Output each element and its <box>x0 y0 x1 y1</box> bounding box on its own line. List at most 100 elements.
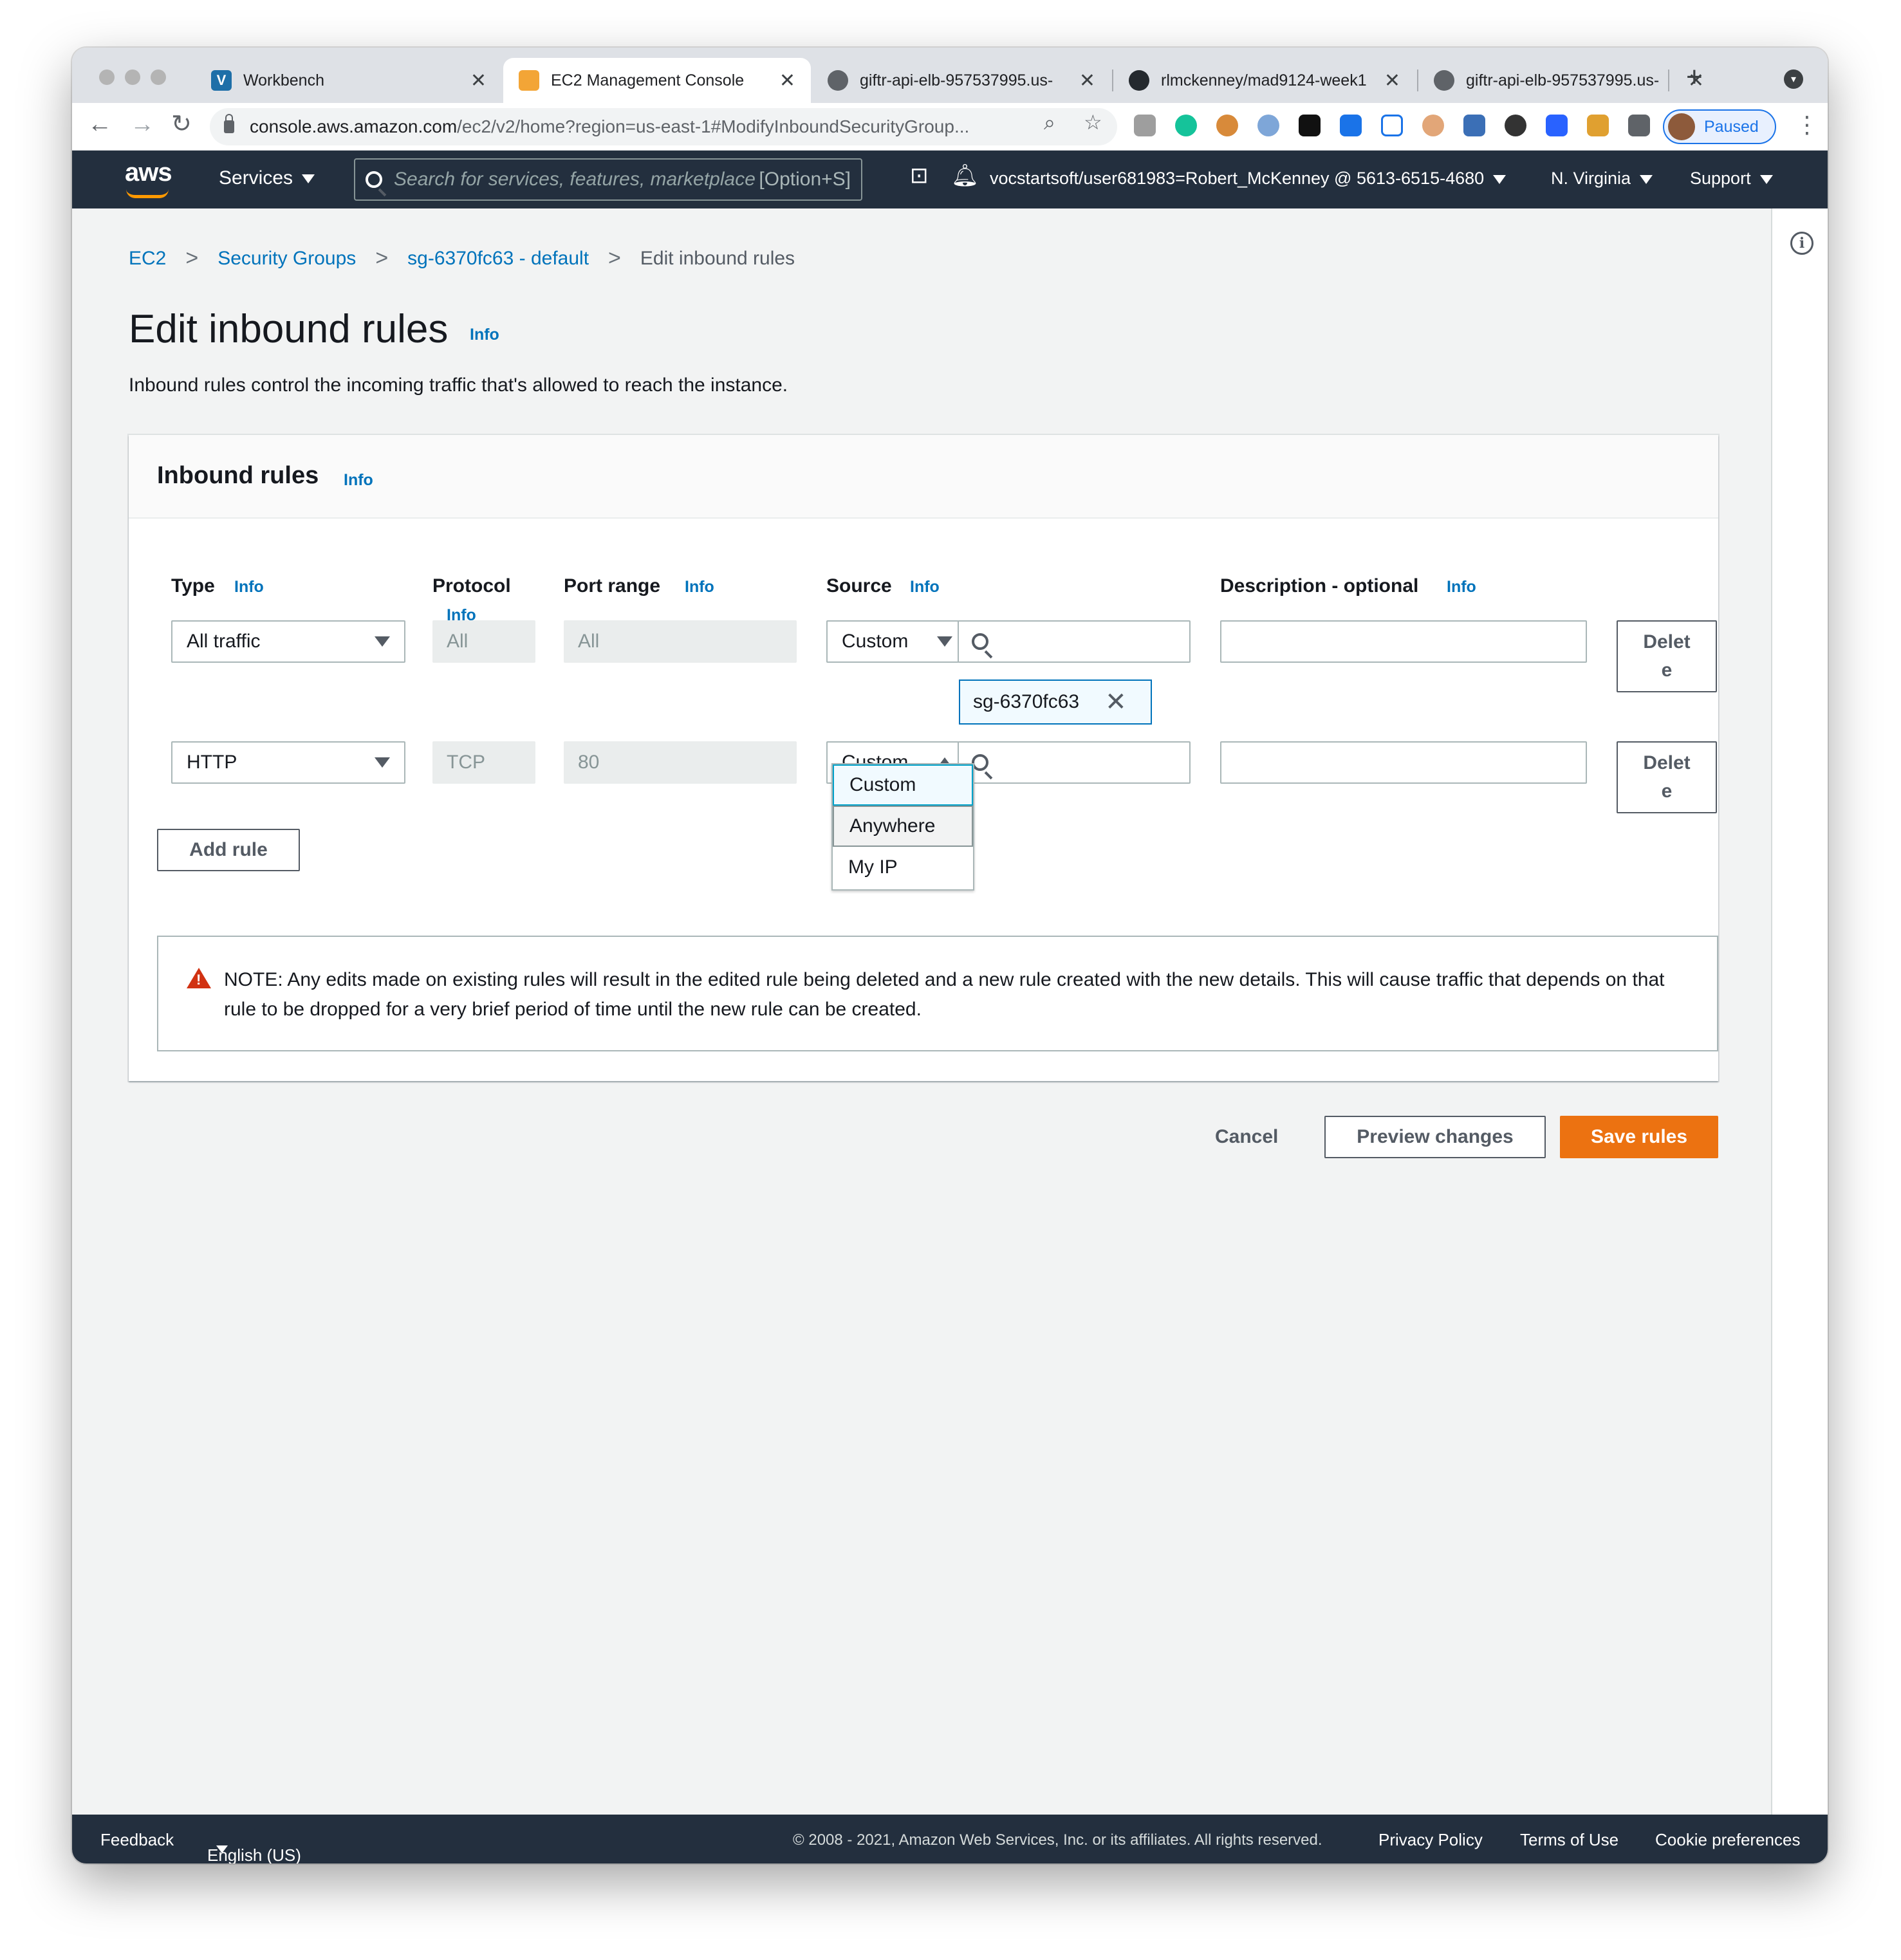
rule-1-description-input[interactable] <box>1220 620 1587 663</box>
rule-2-type-select[interactable]: HTTP <box>171 741 405 784</box>
extension-icon[interactable] <box>1134 115 1156 136</box>
port-range-info-link[interactable]: Info <box>685 578 714 596</box>
caret-down-icon <box>1759 174 1773 184</box>
close-window-icon[interactable] <box>99 69 115 85</box>
rule-2-port-range-field: 80 <box>564 741 797 784</box>
close-tab-icon[interactable]: ✕ <box>470 69 487 92</box>
add-rule-button[interactable]: Add rule <box>157 829 300 871</box>
eyedropper-extension-icon[interactable] <box>1463 115 1485 136</box>
tab-strip: V Workbench ✕ EC2 Management Console ✕ g… <box>72 48 1828 103</box>
dropdown-option-custom[interactable]: Custom <box>833 764 973 806</box>
caret-down-icon <box>302 174 315 184</box>
source-info-link[interactable]: Info <box>910 578 940 596</box>
breadcrumb-security-groups[interactable]: Security Groups <box>218 248 356 270</box>
remove-token-icon[interactable]: ✕ <box>1105 689 1127 715</box>
preview-changes-button[interactable]: Preview changes <box>1324 1116 1546 1158</box>
column-header-source: Source <box>826 575 892 596</box>
aws-logo[interactable]: aws <box>125 158 172 187</box>
colorzilla-extension-icon[interactable] <box>1299 115 1321 136</box>
profile-status: Paused <box>1704 117 1759 136</box>
panel-title: Inbound rules <box>157 462 319 489</box>
rule-2-source-search-input[interactable] <box>958 741 1191 784</box>
new-tab-plus-icon[interactable]: + <box>1686 63 1703 91</box>
account-menu[interactable]: vocstartsoft/user681983=Robert_McKenney … <box>990 169 1507 189</box>
tab-giftr-elb-2[interactable]: giftr-api-elb-957537995.us- ✕ <box>1418 58 1720 103</box>
close-tab-icon[interactable]: ✕ <box>779 69 795 92</box>
column-header-port-range: Port range <box>564 575 661 596</box>
terms-of-use-link[interactable]: Terms of Use <box>1520 1830 1618 1850</box>
region-label: N. Virginia <box>1551 169 1631 188</box>
source-type-dropdown: Custom Anywhere My IP <box>831 763 974 891</box>
close-tab-icon[interactable]: ✕ <box>1079 69 1095 92</box>
rule-1-delete-button[interactable]: Delete <box>1617 620 1717 692</box>
tab-title: giftr-api-elb-957537995.us- <box>1466 71 1660 89</box>
close-tab-icon[interactable]: ✕ <box>1384 69 1400 92</box>
cancel-button[interactable]: Cancel <box>1215 1116 1278 1158</box>
back-arrow-icon[interactable]: ← <box>88 112 112 136</box>
services-label: Services <box>219 167 293 189</box>
description-info-link[interactable]: Info <box>1447 578 1476 596</box>
rule-2-description-input[interactable] <box>1220 741 1587 784</box>
breadcrumb-security-group[interactable]: sg-6370fc63 - default <box>407 248 589 270</box>
feedback-link[interactable]: Feedback <box>100 1830 174 1850</box>
tab-title: EC2 Management Console <box>551 71 745 89</box>
edit-warning-alert: NOTE: Any edits made on existing rules w… <box>157 936 1718 1051</box>
tab-github-repo[interactable]: rlmckenney/mad9124-week1 ✕ <box>1113 58 1416 103</box>
extension-icon[interactable] <box>1381 115 1403 136</box>
panel-info-link[interactable]: Info <box>344 471 373 490</box>
tab-ec2-console[interactable]: EC2 Management Console ✕ <box>503 58 811 103</box>
browser-menu-icon[interactable]: ⋮ <box>1795 113 1819 136</box>
page-info-link[interactable]: Info <box>470 326 499 344</box>
save-rules-button[interactable]: Save rules <box>1560 1116 1718 1158</box>
puzzle-extensions-icon[interactable] <box>1628 115 1650 136</box>
reload-icon[interactable]: ↻ <box>171 112 192 136</box>
support-menu[interactable]: Support <box>1690 169 1773 189</box>
rule-1-source-search-input[interactable] <box>958 620 1191 663</box>
region-menu[interactable]: N. Virginia <box>1551 169 1653 189</box>
tab-search-chevron-icon[interactable]: ▾ <box>1784 69 1803 89</box>
cookie-preferences-link[interactable]: Cookie preferences <box>1655 1830 1800 1850</box>
workbench-favicon-icon: V <box>211 70 232 91</box>
minimize-window-icon[interactable] <box>125 69 140 85</box>
extension-icon[interactable] <box>1422 115 1444 136</box>
bookmark-star-icon[interactable]: ☆ <box>1084 112 1102 133</box>
caret-down-icon <box>937 636 952 647</box>
tab-separator <box>1668 69 1669 91</box>
rule-2-delete-button[interactable]: Delete <box>1617 741 1717 813</box>
source-token-label: sg-6370fc63 <box>973 691 1080 712</box>
column-header-description: Description - optional <box>1220 575 1419 596</box>
rule-1-source-type-select[interactable]: Custom <box>826 620 959 663</box>
dropdown-option-anywhere[interactable]: Anywhere <box>833 806 973 847</box>
extension-icon[interactable] <box>1587 115 1609 136</box>
breadcrumb-ec2[interactable]: EC2 <box>129 248 166 270</box>
breadcrumb: EC2 > Security Groups > sg-6370fc63 - de… <box>129 246 795 271</box>
warning-message: NOTE: Any edits made on existing rules w… <box>224 969 1665 1020</box>
rule-2-protocol-field: TCP <box>432 741 535 784</box>
forward-arrow-icon[interactable]: → <box>130 112 154 136</box>
info-panel-icon[interactable]: i <box>1790 232 1813 255</box>
cloudshell-icon[interactable]: ⊡ <box>910 165 929 187</box>
address-bar[interactable]: console.aws.amazon.com /ec2/v2/home?regi… <box>210 108 1117 145</box>
tab-giftr-elb-1[interactable]: giftr-api-elb-957537995.us- ✕ <box>812 58 1111 103</box>
grammarly-extension-icon[interactable] <box>1175 115 1197 136</box>
aws-search-input[interactable]: Search for services, features, marketpla… <box>354 158 862 201</box>
zoom-icon[interactable]: ⌕ <box>1044 112 1055 133</box>
profile-button[interactable]: Paused <box>1663 109 1776 144</box>
page-description: Inbound rules control the incoming traff… <box>129 374 788 396</box>
panel-header: Inbound rules Info <box>129 435 1718 519</box>
tab-workbench[interactable]: V Workbench ✕ <box>196 58 502 103</box>
rule-1-type-select[interactable]: All traffic <box>171 620 405 663</box>
aws-smile-logo-icon <box>126 189 169 198</box>
type-info-link[interactable]: Info <box>234 578 264 596</box>
notifications-bell-icon[interactable]: 🔔︎ <box>951 165 979 187</box>
dark-mode-extension-icon[interactable] <box>1505 115 1526 136</box>
extension-icon[interactable] <box>1546 115 1568 136</box>
rule-1-type-value: All traffic <box>187 631 261 652</box>
extension-icon[interactable] <box>1340 115 1362 136</box>
services-menu[interactable]: Services <box>219 167 315 189</box>
cookie-extension-icon[interactable] <box>1216 115 1238 136</box>
extension-icon[interactable] <box>1257 115 1279 136</box>
dropdown-option-my-ip[interactable]: My IP <box>833 847 973 888</box>
maximize-window-icon[interactable] <box>151 69 166 85</box>
privacy-policy-link[interactable]: Privacy Policy <box>1378 1830 1483 1850</box>
